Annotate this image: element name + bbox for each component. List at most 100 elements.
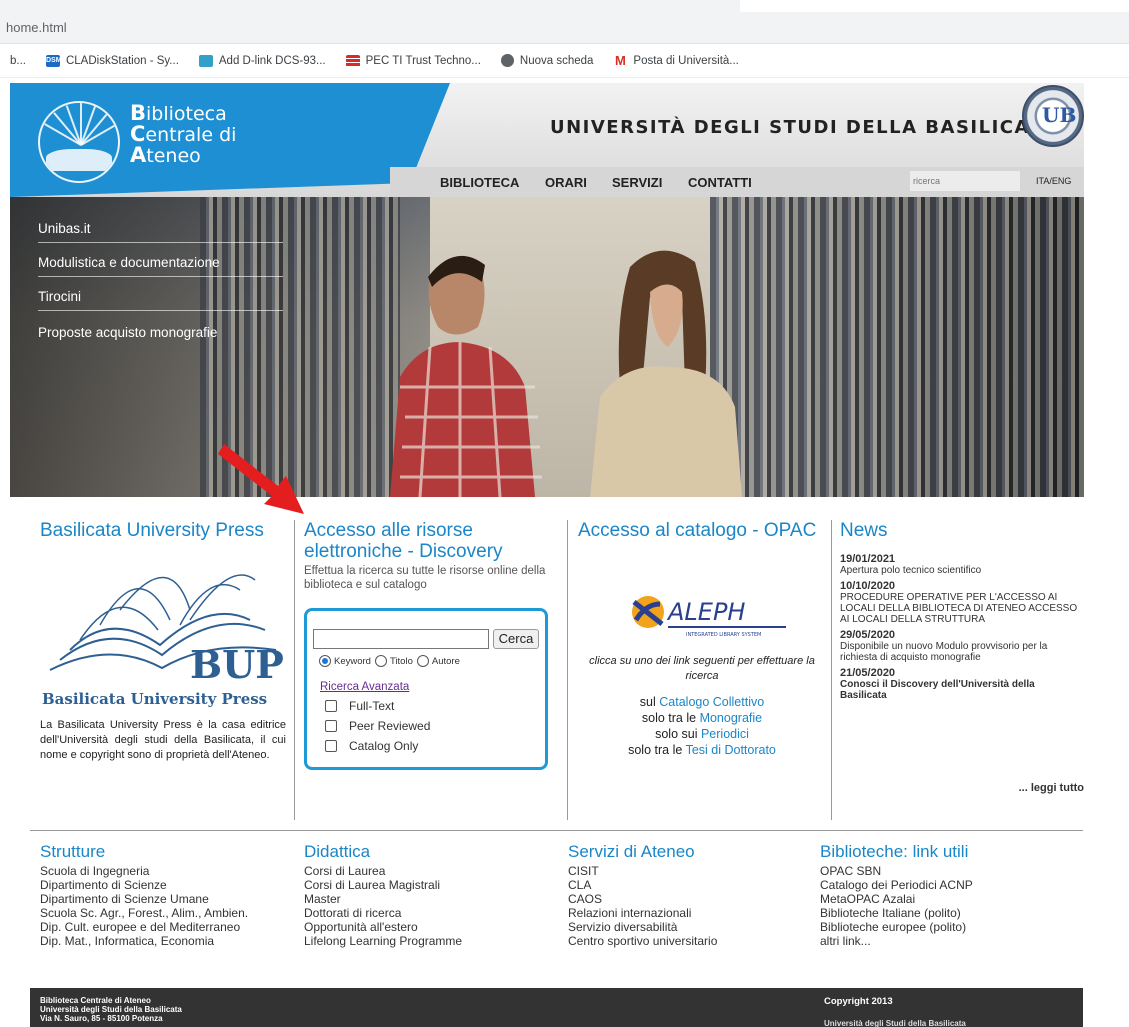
- library-logo-icon: [38, 101, 120, 183]
- bookmark-label: Nuova scheda: [519, 54, 594, 67]
- catalogo-collettivo-link[interactable]: Catalogo Collettivo: [659, 695, 764, 709]
- strutture-link[interactable]: Dip. Mat., Informatica, Economia: [40, 934, 290, 948]
- didattica-link[interactable]: Corsi di Laurea: [304, 864, 554, 878]
- content-columns: Basilicata University Press BUP Basilica…: [10, 520, 1084, 830]
- opac-title[interactable]: Accesso al catalogo - OPAC: [578, 520, 831, 541]
- full-text-option[interactable]: Full-Text: [325, 699, 394, 713]
- section-divider: [30, 830, 1083, 831]
- opac-link-prefix: solo tra le: [628, 743, 683, 757]
- bup-book-logo[interactable]: BUP Basilicata University Press: [40, 550, 286, 710]
- side-menu-unibas[interactable]: Unibas.it: [38, 221, 283, 243]
- bookmark-item[interactable]: Nuova scheda: [500, 54, 594, 67]
- nav-orari[interactable]: ORARI: [545, 175, 587, 190]
- catalog-only-checkbox[interactable]: [325, 740, 337, 752]
- autore-radio[interactable]: [416, 655, 429, 667]
- bookmark-item[interactable]: Add D-link DCS-93...: [198, 54, 326, 67]
- opac-column: Accesso al catalogo - OPAC ALEPH INTEGRA…: [578, 520, 832, 820]
- nav-servizi[interactable]: SERVIZI: [612, 175, 662, 190]
- keyword-radio[interactable]: [319, 655, 331, 667]
- didattica-link[interactable]: Lifelong Learning Programme: [304, 934, 554, 948]
- bup-column: Basilicata University Press BUP Basilica…: [40, 520, 295, 820]
- monografie-link[interactable]: Monografie: [700, 711, 763, 725]
- strutture-link[interactable]: Scuola Sc. Agr., Forest., Alim., Ambien.: [40, 906, 290, 920]
- titolo-radio[interactable]: [374, 655, 387, 667]
- biblio-link[interactable]: Biblioteche Italiane (polito): [820, 906, 1070, 920]
- side-menu-proposte[interactable]: Proposte acquisto monografie: [38, 325, 283, 346]
- servizi-section: Servizi di Ateneo CISIT CLA CAOS Relazio…: [568, 842, 818, 948]
- discovery-search-button[interactable]: Cerca: [493, 629, 539, 649]
- university-title: UNIVERSITÀ DEGLI STUDI DELLA BASILICATA: [550, 117, 1057, 138]
- bup-title[interactable]: Basilicata University Press: [40, 520, 294, 541]
- dsm-icon: DSM: [45, 54, 62, 67]
- news-item-link[interactable]: Conosci il Discovery dell'Università del…: [840, 679, 1084, 701]
- biblio-link[interactable]: OPAC SBN: [820, 864, 1070, 878]
- servizi-link[interactable]: Centro sportivo universitario: [568, 934, 818, 948]
- address-bar[interactable]: home.html: [0, 0, 1129, 44]
- strutture-link[interactable]: Scuola di Ingegneria: [40, 864, 290, 878]
- servizi-link[interactable]: Servizio diversabilità: [568, 920, 818, 934]
- servizi-link[interactable]: CISIT: [568, 864, 818, 878]
- news-item-link[interactable]: Apertura polo tecnico scientifico: [840, 565, 1084, 576]
- dlink-icon: [198, 54, 213, 67]
- servizi-title[interactable]: Servizi di Ateneo: [568, 842, 818, 862]
- opac-links: sul Catalogo Collettivo solo tra le Mono…: [578, 694, 826, 758]
- news-list: 19/01/2021 Apertura polo tecnico scienti…: [840, 553, 1084, 701]
- periodici-link[interactable]: Periodici: [701, 727, 749, 741]
- biblio-link[interactable]: Biblioteche europee (polito): [820, 920, 1070, 934]
- discovery-title[interactable]: Accesso alle risorse elettroniche - Disc…: [304, 520, 567, 562]
- didattica-link[interactable]: Dottorati di ricerca: [304, 906, 554, 920]
- biblio-link[interactable]: Catalogo dei Periodici ACNP: [820, 878, 1070, 892]
- bookmark-item[interactable]: b...: [10, 55, 26, 67]
- servizi-link[interactable]: CAOS: [568, 892, 818, 906]
- discovery-search-input[interactable]: [313, 629, 489, 649]
- biblio-link[interactable]: MetaOPAC Azalai: [820, 892, 1070, 906]
- didattica-title[interactable]: Didattica: [304, 842, 554, 862]
- bookmark-label: CLADiskStation - Sy...: [65, 54, 179, 67]
- biblio-link[interactable]: altri link...: [820, 934, 1070, 948]
- bookmark-label: Posta di Università...: [633, 54, 739, 67]
- news-item-link[interactable]: PROCEDURE OPERATIVE PER L'ACCESSO AI LOC…: [840, 592, 1084, 625]
- logo-panel[interactable]: Biblioteca Centrale di Ateneo: [10, 83, 450, 197]
- news-date: 29/05/2020: [840, 629, 896, 641]
- site-search-input[interactable]: [910, 171, 1020, 191]
- bup-logo-text: BUP: [190, 642, 284, 687]
- strutture-link[interactable]: Dipartimento di Scienze Umane: [40, 892, 290, 906]
- servizi-link[interactable]: CLA: [568, 878, 818, 892]
- strutture-title[interactable]: Strutture: [40, 842, 290, 862]
- news-column: News 19/01/2021 Apertura polo tecnico sc…: [840, 520, 1084, 820]
- bookmark-item[interactable]: DSM CLADiskStation - Sy...: [45, 54, 179, 67]
- read-more-link[interactable]: ... leggi tutto: [1019, 782, 1084, 794]
- side-menu-modulistica[interactable]: Modulistica e documentazione: [38, 255, 283, 277]
- nav-biblioteca[interactable]: BIBLIOTECA: [440, 175, 519, 190]
- bookmark-item[interactable]: PEC TI Trust Techno...: [345, 54, 481, 67]
- news-title[interactable]: News: [840, 520, 1084, 541]
- url-text[interactable]: home.html: [6, 20, 67, 35]
- didattica-link[interactable]: Opportunità all'estero: [304, 920, 554, 934]
- bookmark-item[interactable]: M Posta di Università...: [613, 54, 739, 67]
- site: Biblioteca Centrale di Ateneo UNIVERSITÀ…: [10, 83, 1084, 497]
- side-menu-tirocini[interactable]: Tirocini: [38, 289, 283, 311]
- strutture-link[interactable]: Dip. Cult. europee e del Mediterraneo: [40, 920, 290, 934]
- language-switch[interactable]: ITA/ENG: [1036, 176, 1071, 186]
- strutture-link[interactable]: Dipartimento di Scienze: [40, 878, 290, 892]
- bup-logo-subtext: Basilicata University Press: [42, 690, 267, 708]
- peer-reviewed-checkbox[interactable]: [325, 720, 337, 732]
- tesi-dottorato-link[interactable]: Tesi di Dottorato: [686, 743, 776, 757]
- full-text-checkbox[interactable]: [325, 700, 337, 712]
- footer-copyright-holder: Università degli Studi della Basilicata: [824, 1019, 966, 1027]
- advanced-search-link[interactable]: Ricerca Avanzata: [320, 681, 409, 693]
- didattica-link[interactable]: Master: [304, 892, 554, 906]
- aleph-logo[interactable]: ALEPH INTEGRATED LIBRARY SYSTEM: [626, 590, 788, 638]
- news-item-link[interactable]: Disponibile un nuovo Modulo provvisorio …: [840, 641, 1084, 663]
- tab-strip-gap: [740, 0, 890, 12]
- didattica-link[interactable]: Corsi di Laurea Magistrali: [304, 878, 554, 892]
- checkbox-label: Peer Reviewed: [349, 719, 431, 733]
- discovery-column: Accesso alle risorse elettroniche - Disc…: [304, 520, 568, 820]
- search-type-radios: Keyword Titolo Autore: [315, 655, 460, 667]
- red-arrow-annotation: [218, 444, 304, 514]
- servizi-link[interactable]: Relazioni internazionali: [568, 906, 818, 920]
- biblio-title[interactable]: Biblioteche: link utili: [820, 842, 1070, 862]
- peer-reviewed-option[interactable]: Peer Reviewed: [325, 719, 430, 733]
- nav-contatti[interactable]: CONTATTI: [688, 175, 752, 190]
- catalog-only-option[interactable]: Catalog Only: [325, 739, 418, 753]
